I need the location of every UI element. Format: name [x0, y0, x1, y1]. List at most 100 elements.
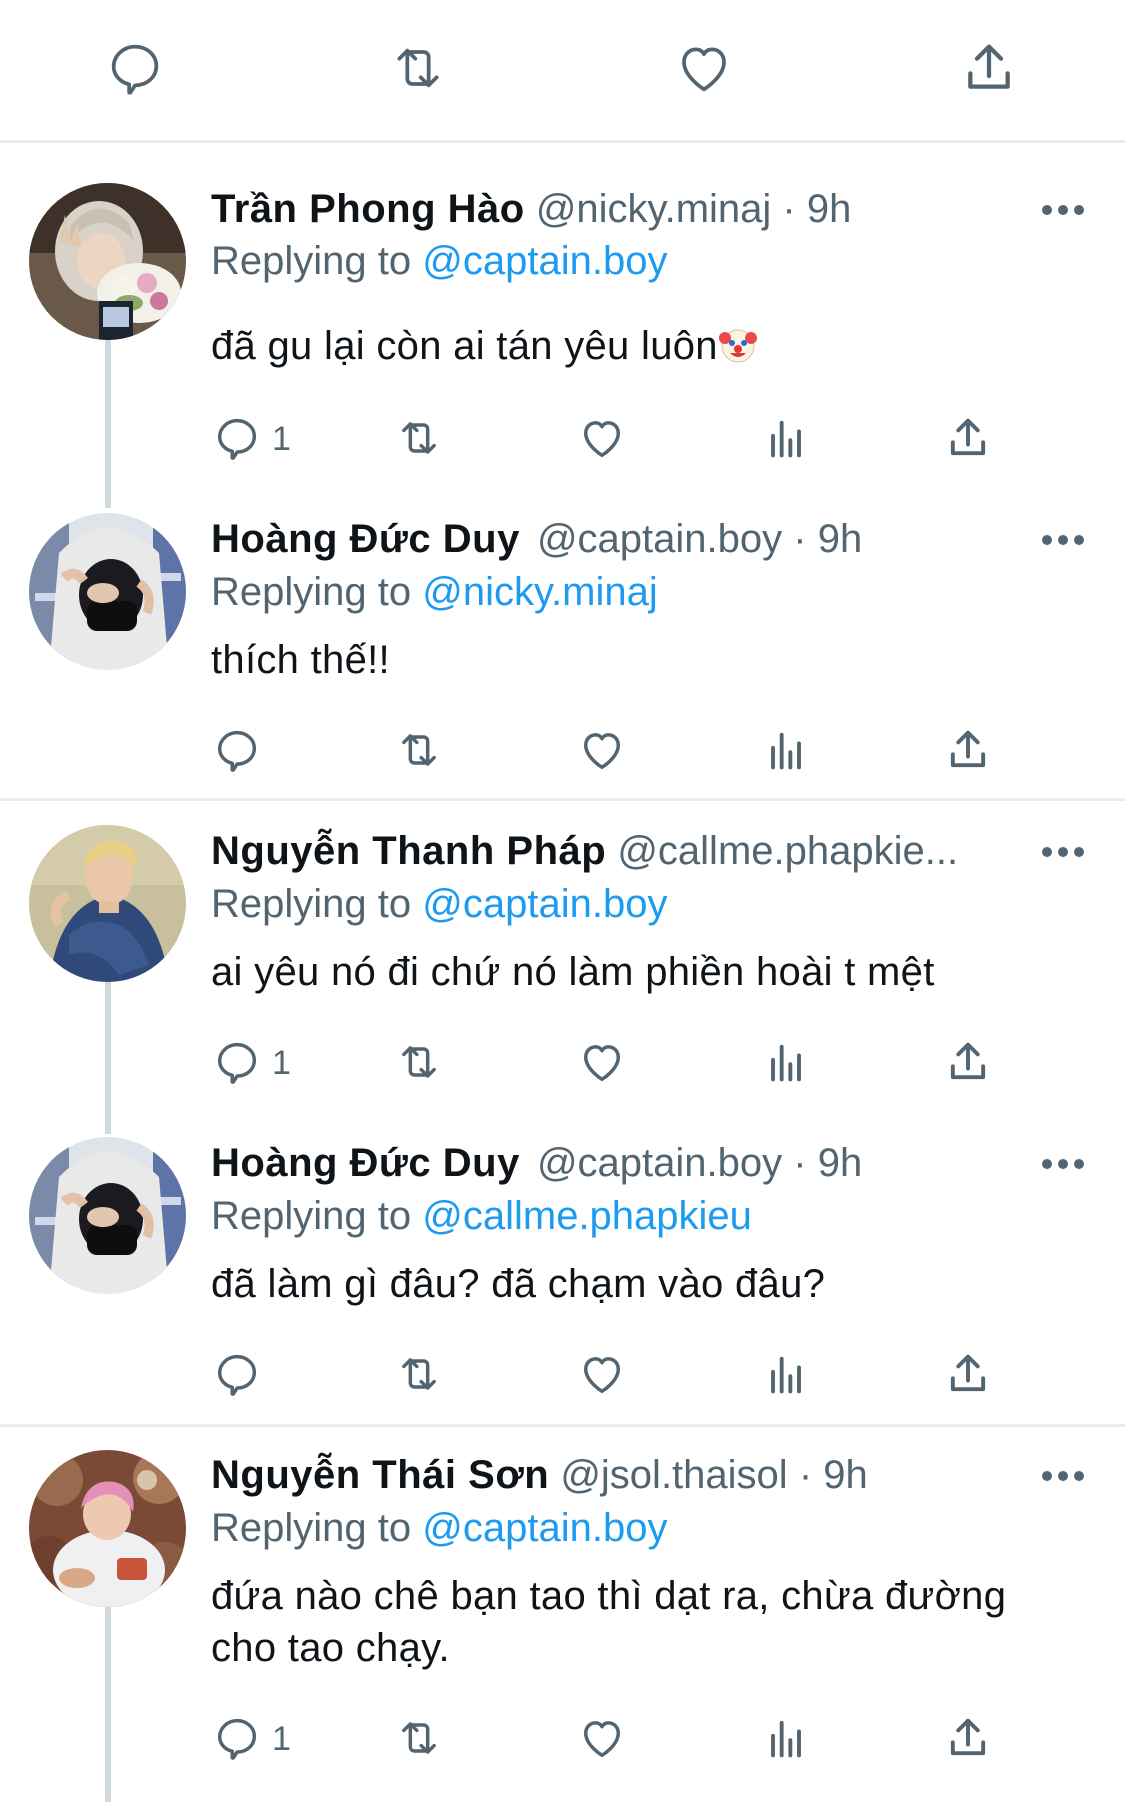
separator: · [793, 517, 807, 561]
analytics-button[interactable] [760, 1348, 812, 1400]
tweet-header: Hoàng Đức Duy @captain.boy · 9h [211, 515, 1055, 563]
mention-link[interactable]: @captain.boy [422, 1506, 667, 1550]
timestamp[interactable]: 9h [818, 517, 863, 561]
tweet-text: đứa nào chê bạn tao thì dạt ra, chừa đườ… [211, 1574, 1007, 1670]
avatar[interactable] [29, 1450, 186, 1607]
timestamp[interactable]: 9h [823, 1453, 868, 1497]
share-icon [950, 730, 986, 768]
avatar[interactable] [29, 825, 186, 982]
reply-button[interactable] [211, 412, 263, 464]
share-button[interactable] [942, 1036, 994, 1088]
replying-to: Replying to @captain.boy [211, 880, 667, 928]
separator: · [793, 1141, 807, 1185]
username[interactable]: @captain.boy [537, 1141, 782, 1185]
display-name[interactable]: Nguyễn Thái Sơn [211, 1453, 549, 1497]
mention-link[interactable]: @nicky.minaj [422, 570, 657, 614]
replying-to: Replying to @callme.phapkieu [211, 1192, 752, 1240]
heart-icon [584, 421, 620, 458]
reply-button[interactable] [211, 1712, 263, 1764]
like-button[interactable] [576, 1348, 628, 1400]
more-dots-icon [1042, 205, 1084, 215]
tweet-text: đã làm gì đâu? đã chạm vào đâu? [211, 1262, 826, 1306]
username[interactable]: @jsol.thaisol [560, 1453, 787, 1497]
more-options-button[interactable] [1040, 530, 1086, 550]
username[interactable]: @nicky.minaj [536, 187, 771, 231]
analytics-button[interactable] [760, 412, 812, 464]
reply-count: 1 [272, 420, 291, 458]
reply-count: 1 [272, 1720, 291, 1758]
more-dots-icon [1042, 535, 1084, 545]
retweet-button[interactable] [393, 1036, 445, 1088]
timestamp[interactable]: 9h [818, 1141, 863, 1185]
retweet-icon [402, 734, 436, 766]
retweet-icon [402, 1722, 436, 1754]
tweet-header: Nguyễn Thanh Pháp @callme.phapkie... [211, 827, 1055, 875]
retweet-icon [402, 1358, 436, 1390]
replying-label: Replying to [211, 239, 412, 283]
display-name[interactable]: Hoàng Đức Duy [211, 517, 520, 561]
user-photo [29, 513, 186, 670]
mention-link[interactable]: @callme.phapkieu [422, 1194, 752, 1238]
tweet-header: Nguyễn Thái Sơn @jsol.thaisol · 9h [211, 1451, 1055, 1499]
retweet-icon [402, 422, 436, 454]
avatar[interactable] [29, 513, 186, 670]
share-button[interactable] [942, 412, 994, 464]
analytics-icon [771, 1044, 801, 1082]
heart-icon [584, 1357, 620, 1394]
display-name[interactable]: Nguyễn Thanh Pháp [211, 829, 606, 873]
replying-label: Replying to [211, 1506, 412, 1550]
retweet-button[interactable] [386, 36, 450, 100]
share-icon [968, 44, 1010, 89]
mention-link[interactable]: @captain.boy [422, 239, 667, 283]
share-button[interactable] [957, 36, 1021, 100]
heart-icon [682, 47, 726, 92]
analytics-button[interactable] [760, 724, 812, 776]
more-options-button[interactable] [1040, 1466, 1086, 1486]
like-button[interactable] [576, 1036, 628, 1088]
timestamp[interactable]: 9h [807, 187, 852, 231]
tweet-text: đã gu lại còn ai tán yêu luôn [211, 320, 1081, 372]
replying-to: Replying to @captain.boy [211, 1504, 667, 1552]
display-name[interactable]: Trần Phong Hào [211, 187, 525, 231]
reply-button[interactable] [211, 724, 263, 776]
conversation-divider [0, 798, 1125, 801]
reply-button[interactable] [103, 36, 167, 100]
retweet-button[interactable] [393, 412, 445, 464]
more-options-button[interactable] [1040, 1154, 1086, 1174]
retweet-button[interactable] [393, 1712, 445, 1764]
retweet-button[interactable] [393, 1348, 445, 1400]
reply-icon [217, 1354, 257, 1396]
thread-connector [105, 982, 111, 1134]
tweet-thread-screen: Trần Phong Hào @nicky.minaj · 9h Replyin… [0, 0, 1125, 1802]
avatar[interactable] [29, 1137, 186, 1294]
mention-link[interactable]: @captain.boy [422, 882, 667, 926]
reply-button[interactable] [211, 1036, 263, 1088]
like-button[interactable] [672, 36, 736, 100]
analytics-button[interactable] [760, 1712, 812, 1764]
analytics-icon [771, 420, 801, 458]
more-options-button[interactable] [1040, 200, 1086, 220]
replying-label: Replying to [211, 570, 412, 614]
avatar[interactable] [29, 183, 186, 340]
reply-button[interactable] [211, 1348, 263, 1400]
more-options-button[interactable] [1040, 842, 1086, 862]
like-button[interactable] [576, 1712, 628, 1764]
tweet-text: thích thế!! [211, 638, 390, 682]
reply-icon [217, 418, 257, 460]
share-icon [950, 1354, 986, 1392]
retweet-button[interactable] [393, 724, 445, 776]
thread-connector [105, 340, 111, 508]
analytics-button[interactable] [760, 1036, 812, 1088]
share-button[interactable] [942, 1348, 994, 1400]
share-button[interactable] [942, 724, 994, 776]
display-name[interactable]: Hoàng Đức Duy [211, 1141, 520, 1185]
reply-icon [217, 730, 257, 772]
like-button[interactable] [576, 412, 628, 464]
separator: · [782, 187, 796, 231]
share-button[interactable] [942, 1712, 994, 1764]
like-button[interactable] [576, 724, 628, 776]
username[interactable]: @callme.phapkie... [617, 829, 958, 873]
username[interactable]: @captain.boy [537, 517, 782, 561]
tweet-body: đã gu lại còn ai tán yêu luôn [211, 324, 718, 368]
heart-icon [584, 1721, 620, 1758]
